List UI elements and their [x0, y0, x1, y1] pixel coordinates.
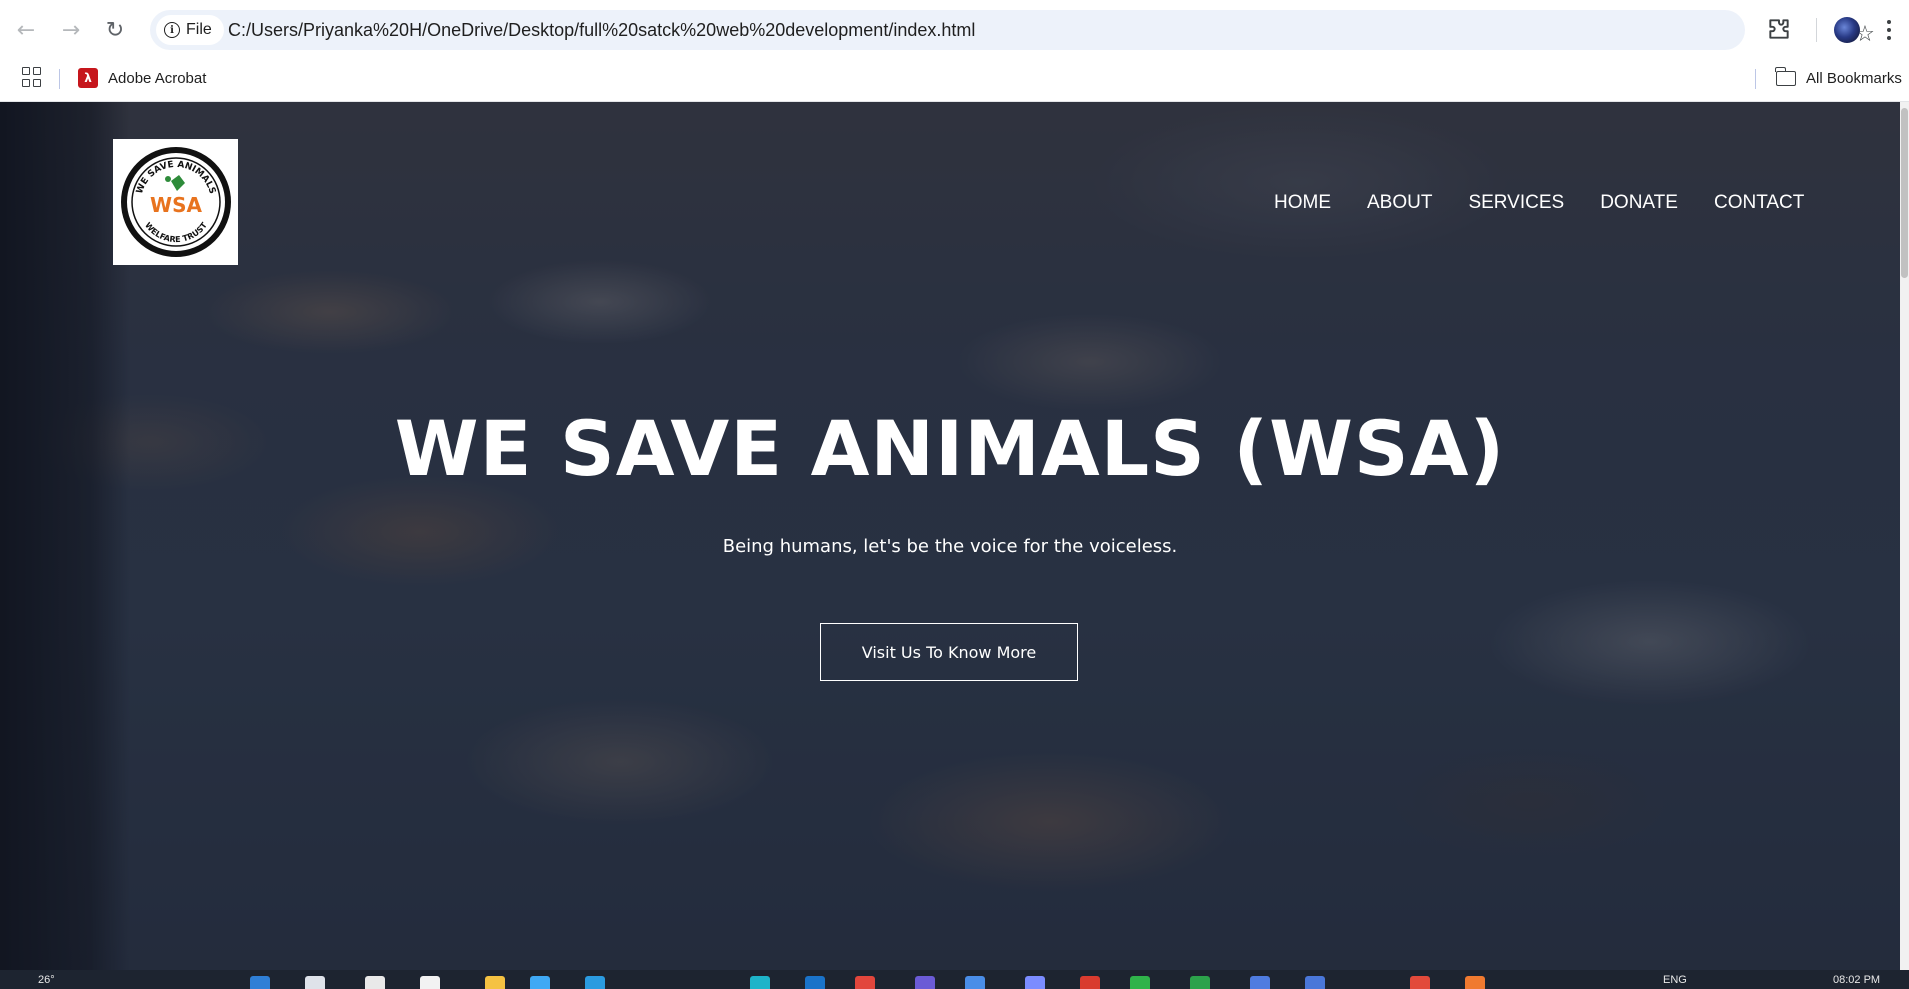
hero-subtitle: Being humans, let's be the voice for the… — [722, 536, 1178, 557]
app-icon[interactable] — [915, 976, 935, 989]
site-logo[interactable]: WE SAVE ANIMALS WELFARE TRUST WSA — [113, 139, 238, 265]
bookmarks-divider — [59, 69, 60, 89]
apps-grid-icon[interactable] — [22, 67, 42, 87]
address-bar[interactable]: i File C:/Users/Priyanka%20H/OneDrive/De… — [150, 10, 1875, 50]
os-taskbar: 26° ENG 08:02 PM — [0, 970, 1909, 989]
back-button[interactable]: ← — [10, 14, 42, 46]
whatsapp-icon[interactable] — [1190, 976, 1210, 989]
nav-services[interactable]: SERVICES — [1450, 192, 1582, 216]
bookmark-label: Adobe Acrobat — [108, 69, 207, 87]
nav-donate[interactable]: DONATE — [1582, 192, 1696, 216]
profile-avatar[interactable] — [1834, 17, 1860, 43]
app-icon[interactable] — [1410, 976, 1430, 989]
arrow-left-icon: ← — [16, 17, 36, 43]
app-icon[interactable] — [1305, 976, 1325, 989]
nav-about[interactable]: ABOUT — [1349, 192, 1450, 216]
nav-contact[interactable]: CONTACT — [1696, 192, 1804, 216]
logo-center-text: WSA — [150, 193, 202, 217]
nav-home[interactable]: HOME — [1256, 192, 1349, 216]
bookmarks-divider-right — [1755, 69, 1756, 89]
bookmarks-bar: λ Adobe Acrobat All Bookmarks — [0, 60, 1909, 102]
app-icon[interactable] — [420, 976, 440, 989]
app-icon[interactable] — [750, 976, 770, 989]
toolbar-divider — [1816, 18, 1817, 42]
site-info-label: File — [186, 21, 212, 38]
chrome-icon[interactable] — [855, 976, 875, 989]
adobe-acrobat-icon: λ — [78, 68, 98, 88]
puzzle-icon[interactable] — [1766, 16, 1792, 42]
url-text[interactable]: C:/Users/Priyanka%20H/OneDrive/Desktop/f… — [228, 20, 975, 41]
reload-button[interactable]: ↻ — [99, 14, 131, 46]
visit-us-button[interactable]: Visit Us To Know More — [820, 623, 1078, 681]
site-navigation: HOME ABOUT SERVICES DONATE CONTACT — [1256, 192, 1804, 216]
page-viewport: WE SAVE ANIMALS WELFARE TRUST WSA HOME A… — [0, 102, 1909, 970]
app-icon[interactable] — [1025, 976, 1045, 989]
clock-text[interactable]: 08:02 PM — [1833, 974, 1880, 986]
wsa-logo-graphic: WE SAVE ANIMALS WELFARE TRUST WSA — [121, 147, 231, 257]
app-icon[interactable] — [1250, 976, 1270, 989]
file-explorer-icon[interactable] — [485, 976, 505, 989]
weather-text[interactable]: 26° — [38, 974, 55, 986]
all-bookmarks-button[interactable]: All Bookmarks — [1775, 65, 1902, 91]
app-icon[interactable] — [585, 976, 605, 989]
reload-icon: ↻ — [105, 17, 125, 43]
app-icon[interactable] — [1080, 976, 1100, 989]
forward-button[interactable]: → — [55, 14, 87, 46]
visit-us-button-label: Visit Us To Know More — [861, 642, 1037, 662]
edge-icon[interactable] — [530, 976, 550, 989]
page-scrollbar[interactable] — [1900, 102, 1909, 970]
bookmark-adobe-acrobat[interactable]: λ Adobe Acrobat — [78, 65, 206, 91]
search-icon[interactable] — [305, 976, 325, 989]
browser-toolbar: ← → ↻ i File C:/Users/Priyanka%20H/OneDr… — [0, 0, 1909, 60]
language-indicator[interactable]: ENG — [1663, 974, 1687, 986]
app-icon[interactable] — [1130, 976, 1150, 989]
info-icon: i — [164, 22, 180, 38]
more-vert-icon[interactable] — [1884, 16, 1894, 44]
app-icon[interactable] — [965, 976, 985, 989]
vscode-icon[interactable] — [805, 976, 825, 989]
scrollbar-thumb[interactable] — [1901, 108, 1908, 278]
all-bookmarks-label: All Bookmarks — [1806, 69, 1902, 87]
hero-title: WE SAVE ANIMALS (WSA) — [394, 404, 1506, 493]
folder-icon — [1775, 66, 1796, 86]
task-view-icon[interactable] — [365, 976, 385, 989]
site-info-chip[interactable]: i File — [156, 15, 224, 45]
app-icon[interactable] — [1465, 976, 1485, 989]
start-icon[interactable] — [250, 976, 270, 989]
arrow-right-icon: → — [61, 17, 81, 43]
